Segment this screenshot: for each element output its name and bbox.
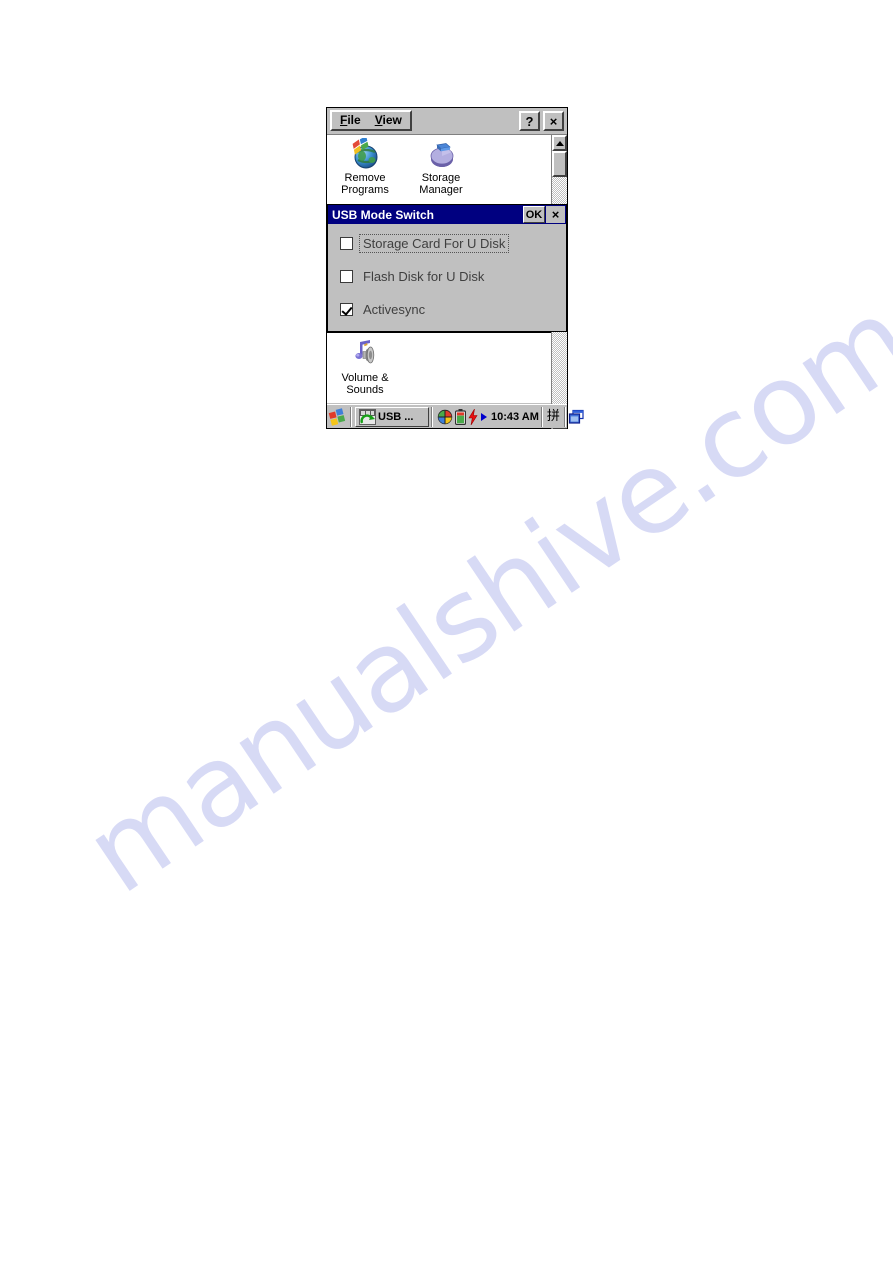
menu-bar: File View [330,110,412,131]
checkbox-row-flash-disk-for-u-disk[interactable]: Flash Disk for U Disk [340,268,566,285]
menu-item-file[interactable]: File [340,113,361,128]
dialog-close-button[interactable]: × [546,206,565,223]
scrollbar-thumb[interactable] [552,151,567,177]
control-panel-item-label: Storage Manager [419,172,463,196]
control-panel-icon-area-bottom: Volume & Sounds [327,332,552,403]
media-play-icon[interactable] [481,412,487,421]
taskbar: USB ... 10:43 AM 拼 [327,404,584,428]
start-button[interactable] [328,406,348,427]
usb-mode-switch-dialog: USB Mode Switch OK × Storage Card For U … [327,204,567,332]
volume-sounds-icon [348,338,382,370]
control-panel-item-volume-and-sounds[interactable]: Volume & Sounds [327,333,403,402]
help-button[interactable]: ? [519,111,540,131]
ime-indicator[interactable]: 拼 [545,409,562,424]
storage-card-for-u-disk-checkbox[interactable] [340,237,353,250]
battery-icon[interactable] [455,408,466,425]
taskbar-divider-1 [350,406,352,427]
show-desktop-button[interactable] [568,407,585,427]
usb-task-icon [359,408,376,425]
ok-button[interactable]: OK [523,206,545,223]
taskbar-divider-4 [563,406,566,427]
windows-start-icon [328,407,346,426]
window-titlebar: File View ? × [327,108,567,135]
dialog-body: Storage Card For U Disk Flash Disk for U… [328,224,566,331]
activesync-checkbox[interactable] [340,303,353,316]
system-tray [435,407,489,427]
dialog-title: USB Mode Switch [332,207,435,222]
taskbar-clock[interactable]: 10:43 AM [491,411,539,423]
control-panel-item-remove-programs[interactable]: Remove Programs [327,135,403,204]
close-button[interactable]: × [543,111,564,131]
checkbox-row-activesync[interactable]: Activesync [340,301,566,318]
control-panel-item-label: Volume & Sounds [341,372,389,396]
taskbar-divider-3 [540,406,543,427]
chevron-up-icon [555,140,564,146]
control-panel-item-storage-manager[interactable]: Storage Manager [403,135,479,204]
menu-item-view[interactable]: View [375,113,402,128]
task-button-label: USB ... [378,410,414,423]
storage-card-for-u-disk-label[interactable]: Storage Card For U Disk [358,234,510,253]
storage-manager-icon [424,138,458,170]
dialog-titlebar: USB Mode Switch OK × [328,205,566,224]
icon-grid-top: Remove Programs Storage Manager [327,135,551,204]
flash-disk-for-u-disk-label[interactable]: Flash Disk for U Disk [360,268,487,285]
task-button-usb[interactable]: USB ... [355,406,429,427]
power-bolt-icon[interactable] [468,408,478,425]
activesync-label[interactable]: Activesync [360,301,428,318]
control-panel-icon-area-top: Remove Programs Storage Manager [327,135,567,204]
icon-grid-bottom: Volume & Sounds [327,333,551,402]
network-icon[interactable] [437,409,453,425]
control-panel-item-label: Remove Programs [341,172,389,196]
taskbar-divider-2 [431,406,433,427]
control-panel-window: File View ? × Remove Programs Storage Ma… [326,107,584,429]
checkbox-row-storage-card-for-u-disk[interactable]: Storage Card For U Disk [340,234,566,253]
cascade-windows-icon [568,409,584,424]
flash-disk-for-u-disk-checkbox[interactable] [340,270,353,283]
remove-programs-icon [348,135,382,170]
scroll-up-button[interactable] [552,135,567,151]
